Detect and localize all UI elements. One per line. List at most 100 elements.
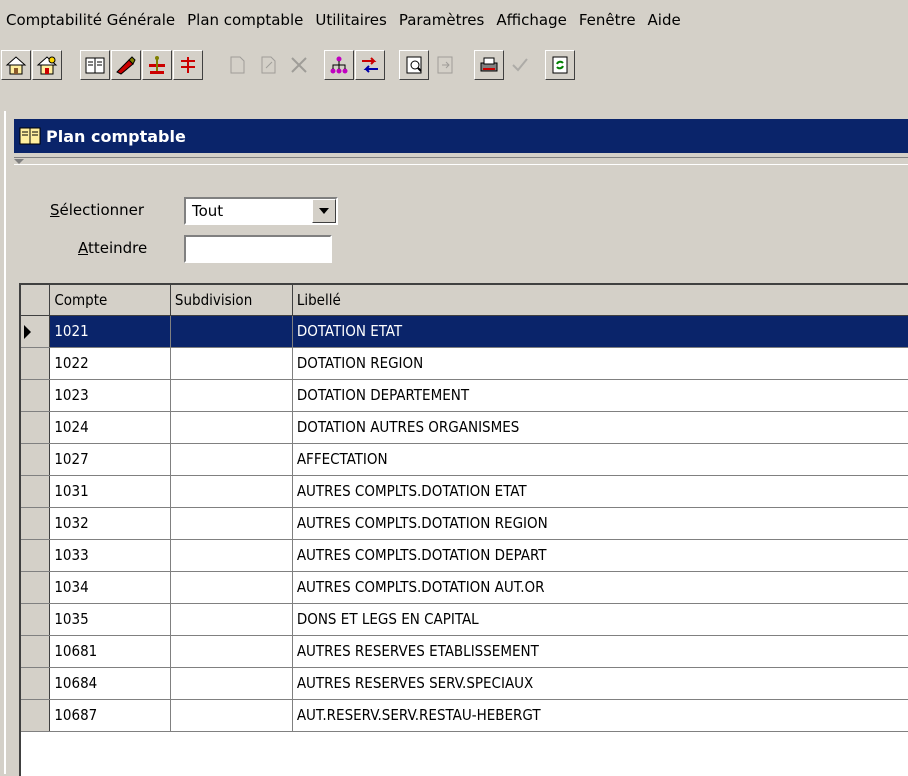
- row-indicator[interactable]: [21, 635, 51, 668]
- cell-libelle[interactable]: AUTRES RESERVES SERV.SPECIAUX: [292, 667, 908, 700]
- select-label: Sélectionner: [50, 201, 145, 219]
- row-indicator[interactable]: [21, 571, 51, 604]
- cell-subdivision[interactable]: [170, 667, 293, 700]
- row-indicator[interactable]: [21, 667, 51, 700]
- cell-subdivision[interactable]: [170, 635, 293, 668]
- home-icon[interactable]: [1, 50, 31, 80]
- select-dropdown[interactable]: Tout: [184, 197, 338, 225]
- preview-icon[interactable]: [399, 50, 429, 80]
- cell-compte[interactable]: 1021: [49, 315, 171, 348]
- cell-compte[interactable]: 1031: [49, 475, 171, 508]
- panel-splitter[interactable]: [14, 157, 908, 165]
- menu-affichage[interactable]: Affichage: [490, 0, 572, 40]
- column-header-subdivision[interactable]: Subdivision: [170, 285, 293, 316]
- table-row[interactable]: 1035 DONS ET LEGS EN CAPITAL: [21, 603, 908, 636]
- cell-libelle[interactable]: DOTATION AUTRES ORGANISMES: [292, 411, 908, 444]
- cell-libelle[interactable]: AFFECTATION: [292, 443, 908, 476]
- cell-subdivision[interactable]: [170, 603, 293, 636]
- table-row[interactable]: 1023 DOTATION DEPARTEMENT: [21, 379, 908, 412]
- delete-icon: [284, 50, 314, 80]
- cell-subdivision[interactable]: [170, 507, 293, 540]
- row-indicator[interactable]: [21, 475, 51, 508]
- cell-compte[interactable]: 1022: [49, 347, 171, 380]
- menu-fenetre[interactable]: Fenêtre: [573, 0, 642, 40]
- cell-subdivision[interactable]: [170, 315, 293, 348]
- menu-comptabilite-generale[interactable]: Comptabilité Générale: [0, 0, 181, 40]
- cell-compte[interactable]: 10681: [49, 635, 171, 668]
- toolbar: [0, 46, 908, 102]
- cell-libelle[interactable]: AUTRES COMPLTS.DOTATION DEPART: [292, 539, 908, 572]
- header-indicator: [21, 285, 51, 316]
- cell-subdivision[interactable]: [170, 443, 293, 476]
- cell-libelle[interactable]: DOTATION DEPARTEMENT: [292, 379, 908, 412]
- refresh-icon[interactable]: [545, 50, 575, 80]
- cell-subdivision[interactable]: [170, 475, 293, 508]
- table-row[interactable]: 1024 DOTATION AUTRES ORGANISMES: [21, 411, 908, 444]
- table-row[interactable]: 1033 AUTRES COMPLTS.DOTATION DEPART: [21, 539, 908, 572]
- cell-compte[interactable]: 10684: [49, 667, 171, 700]
- menu-aide[interactable]: Aide: [642, 0, 687, 40]
- row-indicator[interactable]: [21, 347, 51, 380]
- menu-parametres[interactable]: Paramètres: [393, 0, 491, 40]
- row-indicator[interactable]: [21, 539, 51, 572]
- accounts-table: Compte Subdivision Libellé 1021 DOTATION …: [21, 285, 908, 732]
- window-titlebar[interactable]: Plan comptable: [14, 119, 908, 153]
- cell-compte[interactable]: 1023: [49, 379, 171, 412]
- column-header-compte[interactable]: Compte: [49, 285, 171, 316]
- print-icon[interactable]: [474, 50, 504, 80]
- row-indicator[interactable]: [21, 699, 51, 732]
- table-row[interactable]: 1034 AUTRES COMPLTS.DOTATION AUT.OR: [21, 571, 908, 604]
- cell-libelle[interactable]: AUTRES COMPLTS.DOTATION ETAT: [292, 475, 908, 508]
- row-indicator[interactable]: [21, 411, 51, 444]
- column-header-libelle[interactable]: Libellé: [292, 285, 908, 316]
- goto-label: Atteindre: [78, 239, 148, 257]
- cell-libelle[interactable]: DONS ET LEGS EN CAPITAL: [292, 603, 908, 636]
- menu-utilitaires[interactable]: Utilitaires: [309, 0, 392, 40]
- cell-libelle[interactable]: AUTRES RESERVES ETABLISSEMENT: [292, 635, 908, 668]
- table-row[interactable]: 1031 AUTRES COMPLTS.DOTATION ETAT: [21, 475, 908, 508]
- goto-input[interactable]: [184, 235, 332, 263]
- cell-compte[interactable]: 1027: [49, 443, 171, 476]
- row-indicator[interactable]: [21, 315, 51, 348]
- cell-subdivision[interactable]: [170, 347, 293, 380]
- cell-compte[interactable]: 1032: [49, 507, 171, 540]
- table-row[interactable]: 1032 AUTRES COMPLTS.DOTATION REGION: [21, 507, 908, 540]
- cell-compte[interactable]: 1034: [49, 571, 171, 604]
- collapse-caret-icon[interactable]: [14, 159, 24, 164]
- cell-subdivision[interactable]: [170, 379, 293, 412]
- transfer-icon[interactable]: [355, 50, 385, 80]
- tree-structure-icon[interactable]: [324, 50, 354, 80]
- lettering-icon[interactable]: [173, 50, 203, 80]
- balance-icon[interactable]: [142, 50, 172, 80]
- table-row[interactable]: 1027 AFFECTATION: [21, 443, 908, 476]
- cell-subdivision[interactable]: [170, 699, 293, 732]
- table-row[interactable]: 1021 DOTATION ETAT: [21, 315, 908, 348]
- cell-libelle[interactable]: AUT.RESERV.SERV.RESTAU-HEBERGT: [292, 699, 908, 732]
- table-row[interactable]: 10681 AUTRES RESERVES ETABLISSEMENT: [21, 635, 908, 668]
- row-indicator[interactable]: [21, 443, 51, 476]
- dropdown-arrow-icon[interactable]: [312, 199, 336, 223]
- cell-libelle[interactable]: DOTATION ETAT: [292, 315, 908, 348]
- account-book-icon[interactable]: [80, 50, 110, 80]
- home-settings-icon[interactable]: [32, 50, 62, 80]
- cell-subdivision[interactable]: [170, 411, 293, 444]
- cell-libelle[interactable]: AUTRES COMPLTS.DOTATION REGION: [292, 507, 908, 540]
- row-indicator[interactable]: [21, 507, 51, 540]
- cell-subdivision[interactable]: [170, 539, 293, 572]
- row-indicator[interactable]: [21, 603, 51, 636]
- cell-libelle[interactable]: AUTRES COMPLTS.DOTATION AUT.OR: [292, 571, 908, 604]
- accounts-grid[interactable]: Compte Subdivision Libellé 1021 DOTATION …: [19, 283, 908, 776]
- menu-plan-comptable[interactable]: Plan comptable: [181, 0, 309, 40]
- table-row[interactable]: 10684 AUTRES RESERVES SERV.SPECIAUX: [21, 667, 908, 700]
- row-indicator[interactable]: [21, 379, 51, 412]
- table-row[interactable]: 10687 AUT.RESERV.SERV.RESTAU-HEBERGT: [21, 699, 908, 732]
- cell-compte[interactable]: 1035: [49, 603, 171, 636]
- cell-compte[interactable]: 1024: [49, 411, 171, 444]
- journal-entry-icon[interactable]: [111, 50, 141, 80]
- cell-compte[interactable]: 1033: [49, 539, 171, 572]
- table-row[interactable]: 1022 DOTATION REGION: [21, 347, 908, 380]
- cell-libelle[interactable]: DOTATION REGION: [292, 347, 908, 380]
- plan-comptable-window: Plan comptable Sélectionner Tout Atteind…: [4, 111, 908, 776]
- cell-subdivision[interactable]: [170, 571, 293, 604]
- cell-compte[interactable]: 10687: [49, 699, 171, 732]
